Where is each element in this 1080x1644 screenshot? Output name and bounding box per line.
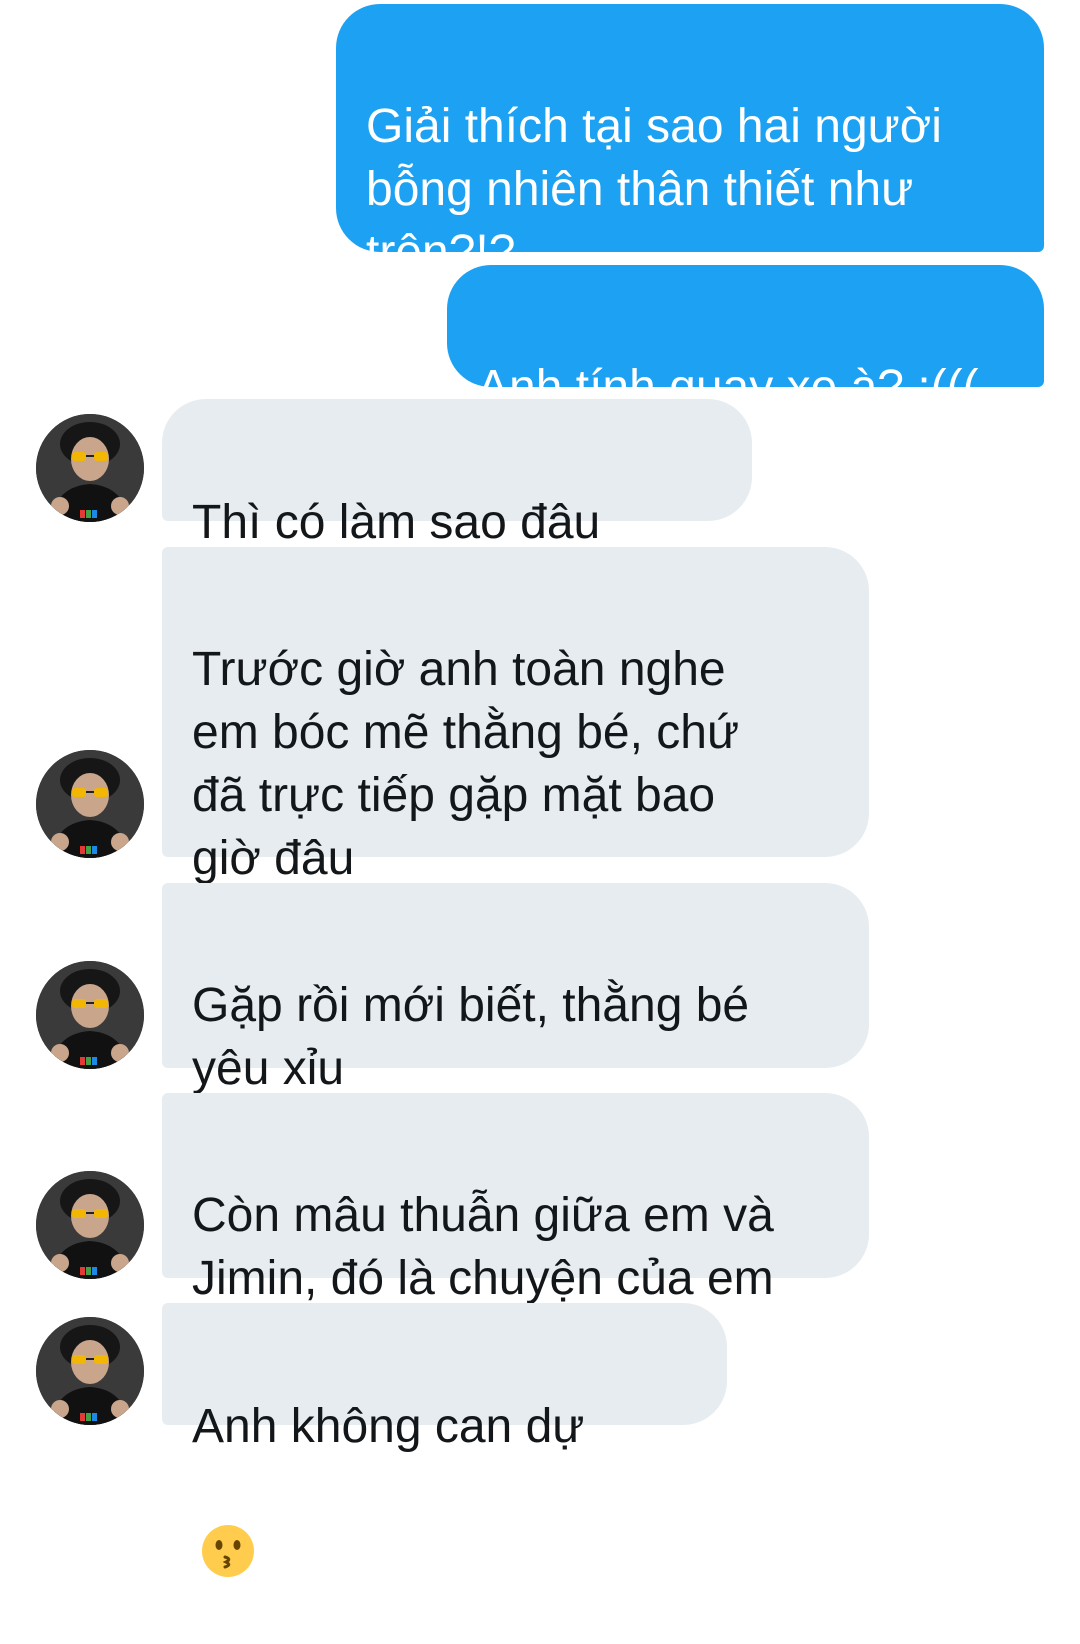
message-text: Còn mâu thuẫn giữa em và Jimin, đó là ch… (192, 1189, 774, 1305)
avatar[interactable] (36, 414, 144, 522)
message-text: Anh không can dự (192, 1400, 585, 1453)
kissing-face-emoji-icon (198, 1458, 258, 1578)
incoming-message-5[interactable]: Anh không can dự (162, 1303, 727, 1578)
avatar[interactable] (36, 1317, 144, 1425)
message-text: Trước giờ anh toàn nghe em bóc mẽ thằng … (192, 643, 740, 885)
user-avatar-icon (36, 750, 144, 858)
outgoing-message-2[interactable]: Anh tính quay xe à? :((( (447, 265, 1044, 414)
avatar[interactable] (36, 1171, 144, 1279)
message-text: Thì có làm sao đâu (192, 496, 601, 549)
outgoing-message-1[interactable]: Giải thích tại sao hai người bỗng nhiên … (336, 4, 1044, 279)
avatar[interactable] (36, 750, 144, 858)
incoming-message-3[interactable]: Gặp rồi mới biết, thằng bé yêu xỉu (162, 883, 869, 1219)
avatar[interactable] (36, 961, 144, 1069)
user-avatar-icon (36, 414, 144, 522)
user-avatar-icon (36, 1171, 144, 1279)
message-text: Gặp rồi mới biết, thằng bé yêu xỉu (192, 979, 750, 1095)
incoming-message-4[interactable]: Còn mâu thuẫn giữa em và Jimin, đó là ch… (162, 1093, 869, 1305)
user-avatar-icon (36, 961, 144, 1069)
message-text: Giải thích tại sao hai người bỗng nhiên … (366, 100, 942, 279)
user-avatar-icon (36, 1317, 144, 1425)
incoming-message-1[interactable]: Thì có làm sao đâu (162, 399, 752, 666)
incoming-message-2[interactable]: Trước giờ anh toàn nghe em bóc mẽ thằng … (162, 547, 869, 885)
